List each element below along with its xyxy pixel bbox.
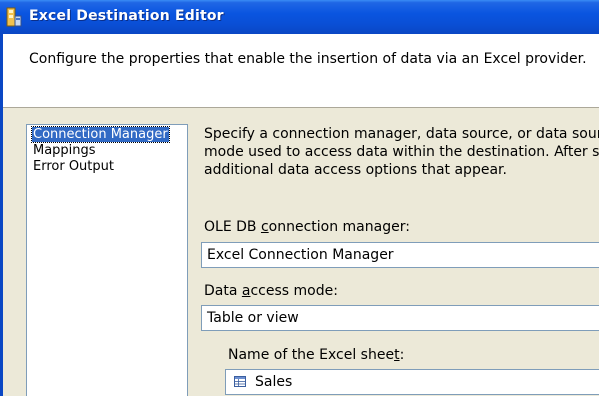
description-line: Specify a connection manager, data sourc… (204, 126, 599, 142)
header-panel: Configure the properties that enable the… (3, 34, 599, 107)
table-icon (234, 376, 246, 387)
access-mode-value: Table or view (207, 310, 299, 326)
sheet-name-label: Name of the Excel sheet: (228, 347, 404, 363)
label-text: OLE DB (204, 219, 261, 235)
label-text: ccess mode: (250, 283, 338, 299)
access-mode-label: Data access mode: (204, 283, 338, 299)
page-description: Specify a connection manager, data sourc… (204, 125, 599, 179)
connection-manager-value: Excel Connection Manager (207, 247, 394, 263)
connection-manager-combobox[interactable]: Excel Connection Manager (201, 242, 599, 268)
sheet-name-value: Sales (255, 374, 293, 390)
access-mode-combobox[interactable]: Table or view (201, 305, 599, 331)
label-accelerator: c (260, 219, 269, 235)
nav-item-connection-manager[interactable]: Connection Manager (31, 126, 170, 143)
header-description: Configure the properties that enable the… (29, 51, 587, 67)
window-title: Excel Destination Editor (29, 8, 224, 24)
sheet-name-combobox[interactable]: Sales (225, 369, 599, 395)
label-text: onnection manager: (268, 219, 410, 235)
label-text: : (399, 347, 405, 363)
page-nav-list[interactable]: Connection Manager Mappings Error Output (26, 124, 188, 396)
header-separator (3, 107, 599, 108)
title-bar[interactable]: Excel Destination Editor (0, 0, 599, 34)
description-line: mode used to access data within the dest… (204, 144, 599, 160)
nav-item-error-output[interactable]: Error Output (32, 159, 115, 174)
description-line: additional data access options that appe… (204, 162, 507, 178)
label-text: Data (204, 283, 242, 299)
label-text: Name of the Excel shee (228, 347, 395, 363)
nav-item-mappings[interactable]: Mappings (32, 143, 97, 158)
connection-manager-label: OLE DB connection manager: (204, 219, 410, 235)
ssis-package-icon (6, 7, 22, 27)
excel-destination-editor-window: Excel Destination Editor Configure the p… (0, 0, 599, 396)
